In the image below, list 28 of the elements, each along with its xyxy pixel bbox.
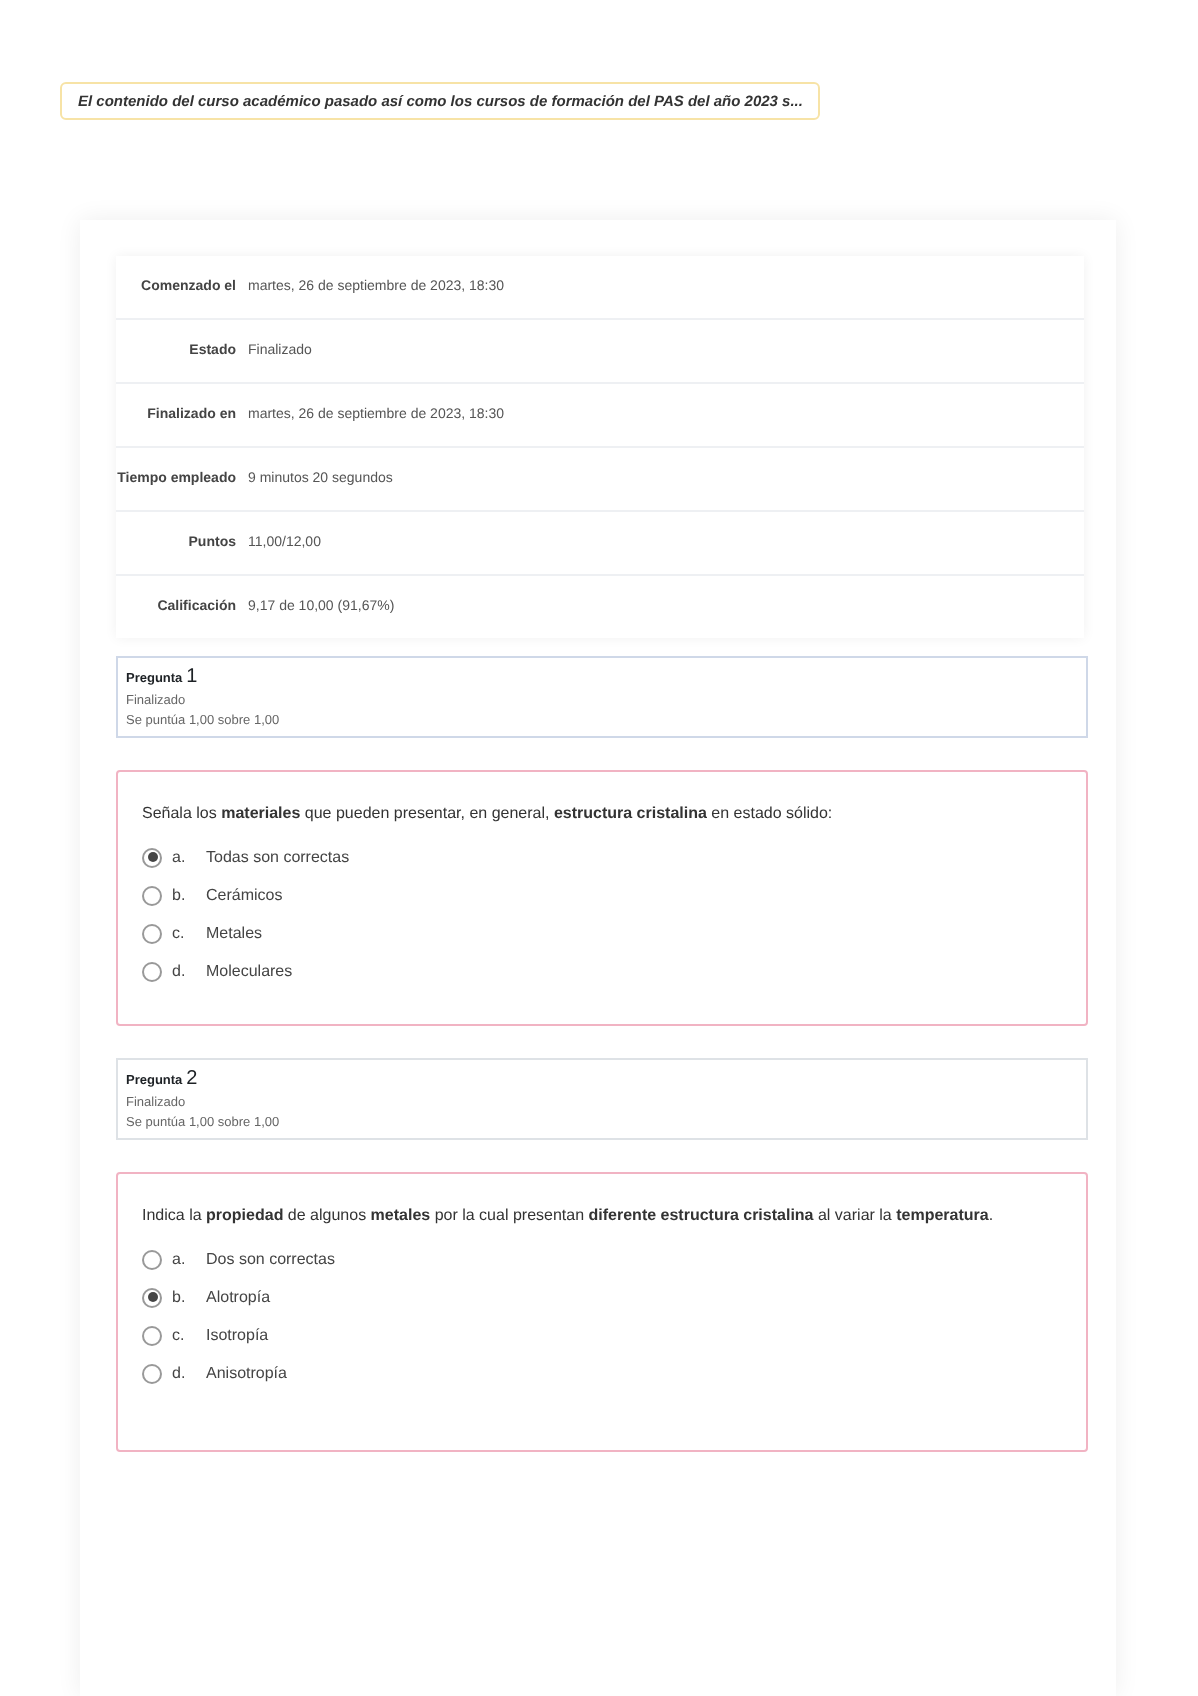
question-text: Señala los materiales que pueden presentar, en general, estructura cristalina en estado sólido: xyxy=(142,802,835,826)
option-label: Alotropía xyxy=(206,1288,271,1307)
option-letter: a. xyxy=(172,848,188,867)
radio-button[interactable] xyxy=(142,923,162,944)
option-letter: c. xyxy=(172,1326,187,1345)
option-label: Dos son correctas xyxy=(206,1250,335,1269)
option-letter: a. xyxy=(172,1250,188,1269)
option-letter: d. xyxy=(172,1364,188,1383)
question-number: 1 xyxy=(186,666,198,688)
option-label: Moleculares xyxy=(206,962,293,981)
option-label: Metales xyxy=(206,924,263,943)
question-text: Indica la propiedad de algunos metales por la cual presentan diferente estructura cristalina al variar la temperatura. xyxy=(142,1204,996,1228)
option-letter: c. xyxy=(172,924,187,943)
radio-button[interactable] xyxy=(142,1287,162,1308)
option-letter: b. xyxy=(172,886,188,905)
option-label: Todas son correctas xyxy=(206,848,350,867)
radio-button[interactable] xyxy=(142,1325,162,1346)
option-letter: b. xyxy=(172,1288,188,1307)
option-letter: d. xyxy=(172,962,188,981)
option-label: Isotropía xyxy=(206,1326,269,1345)
radio-button[interactable] xyxy=(142,961,162,982)
radio-button[interactable] xyxy=(142,885,162,906)
radio-button[interactable] xyxy=(142,1363,162,1384)
radio-button[interactable] xyxy=(142,1249,162,1270)
option-label: Cerámicos xyxy=(206,886,283,905)
question-number: 2 xyxy=(186,1068,198,1090)
option-label: Anisotropía xyxy=(206,1364,287,1383)
radio-button[interactable] xyxy=(142,847,162,868)
